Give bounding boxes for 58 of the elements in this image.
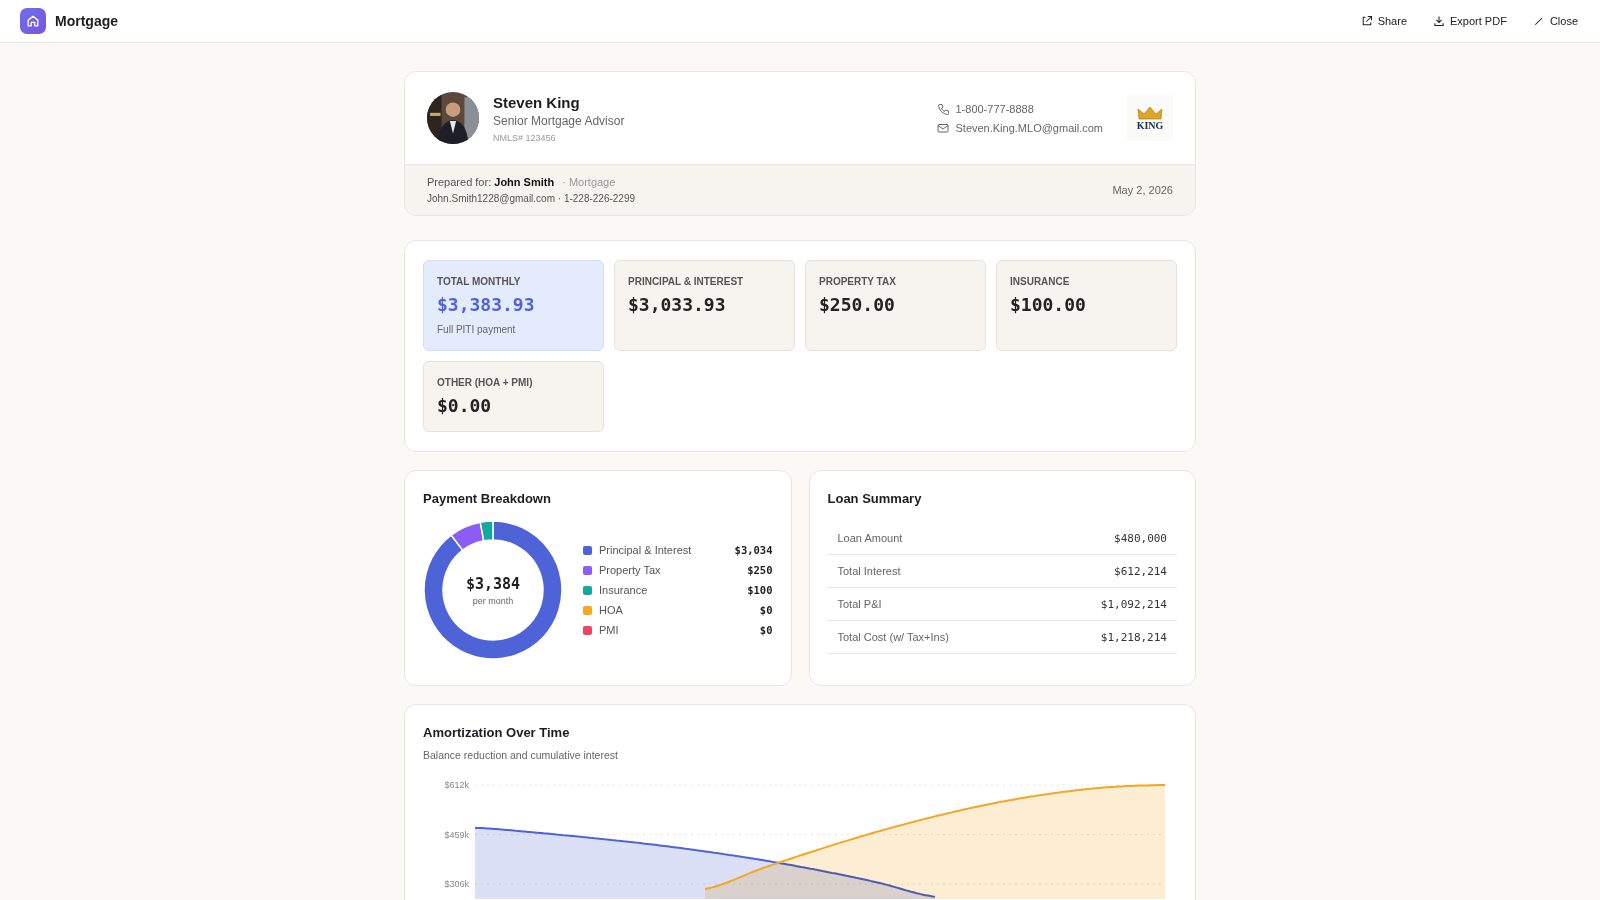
share-icon <box>1360 15 1373 27</box>
summary-label: Total Cost (w/ Tax+Ins) <box>837 631 949 644</box>
tile-label: INSURANCE <box>1010 276 1071 287</box>
tile-label: TOTAL MONTHLY <box>437 276 522 287</box>
summary-value: $480,000 <box>1114 532 1167 545</box>
crown-icon <box>1137 105 1163 120</box>
tile-value: $3,033.93 <box>628 294 727 315</box>
summary-label: Total P&I <box>837 598 882 611</box>
toolbar-button[interactable]: Export PDF <box>1431 13 1509 29</box>
summary-label: Total Interest <box>837 565 901 578</box>
axis-label: $306k <box>444 879 469 890</box>
legend-amount: $250 <box>747 564 773 576</box>
legend-amount: $3,034 <box>734 544 773 556</box>
download-icon <box>1433 15 1445 27</box>
tile-value: $0.00 <box>437 395 493 416</box>
tile-note: Full PITI payment <box>437 324 517 335</box>
tile-value: $250.00 <box>819 294 896 315</box>
legend-label: Property Tax <box>599 564 662 576</box>
tile-label: PRINCIPAL & INTEREST <box>628 276 745 287</box>
legend-label: Insurance <box>599 584 649 596</box>
report-date: May 2, 2026 <box>1112 184 1173 196</box>
phone-number: 1-800-777-8888 <box>955 102 1034 115</box>
legend-label: PMI <box>599 624 620 636</box>
home-icon <box>20 8 46 34</box>
prepared-for-text: Prepared for: John Smith <box>427 176 555 188</box>
tile-value: $3,383.93 <box>437 294 536 315</box>
card-title: Loan Summary <box>827 491 923 506</box>
legend-amount: $0 <box>759 604 773 616</box>
toolbar-button[interactable]: Close <box>1530 13 1580 29</box>
card-title: Payment Breakdown <box>423 491 552 506</box>
card-title: Amortization Over Time <box>423 725 571 740</box>
tile-label: PROPERTY TAX <box>819 276 897 287</box>
toolbar-button[interactable]: Share <box>1358 13 1409 29</box>
legend-label: HOA <box>599 604 624 616</box>
summary-value: $1,218,214 <box>1100 631 1167 644</box>
donut-caption: per month <box>472 595 514 606</box>
advisor-role: Senior Mortgage Advisor <box>493 113 626 128</box>
tile-label: OTHER (HOA + PMI) <box>437 377 534 388</box>
phone-icon <box>937 102 950 115</box>
email-address: Steven.King.MLO@gmail.com <box>955 121 1103 134</box>
donut-total: $3,384 <box>465 574 521 593</box>
axis-label: $612k <box>444 780 469 790</box>
app-title: Mortgage <box>55 13 118 29</box>
company-logo: KING <box>1127 95 1173 141</box>
legend-amount: $100 <box>747 584 773 596</box>
client-contact: John.Smith1228@gmail.com · 1-228-226-2299 <box>427 193 636 204</box>
advisor-name: Steven King <box>493 93 581 111</box>
tile-value: $100.00 <box>1010 294 1087 315</box>
summary-value: $1,092,214 <box>1100 598 1167 611</box>
legend-amount: $0 <box>759 624 773 636</box>
legend-label: Principal & Interest <box>599 544 693 556</box>
summary-value: $612,214 <box>1114 565 1167 578</box>
summary-label: Loan Amount <box>837 532 903 545</box>
loan-type: · Mortgage <box>562 176 616 188</box>
nmls-number: NMLS# 123456 <box>493 132 557 143</box>
axis-label: $459k <box>444 829 469 840</box>
card-subtitle: Balance reduction and cumulative interest <box>423 749 619 761</box>
mail-icon <box>937 121 950 134</box>
